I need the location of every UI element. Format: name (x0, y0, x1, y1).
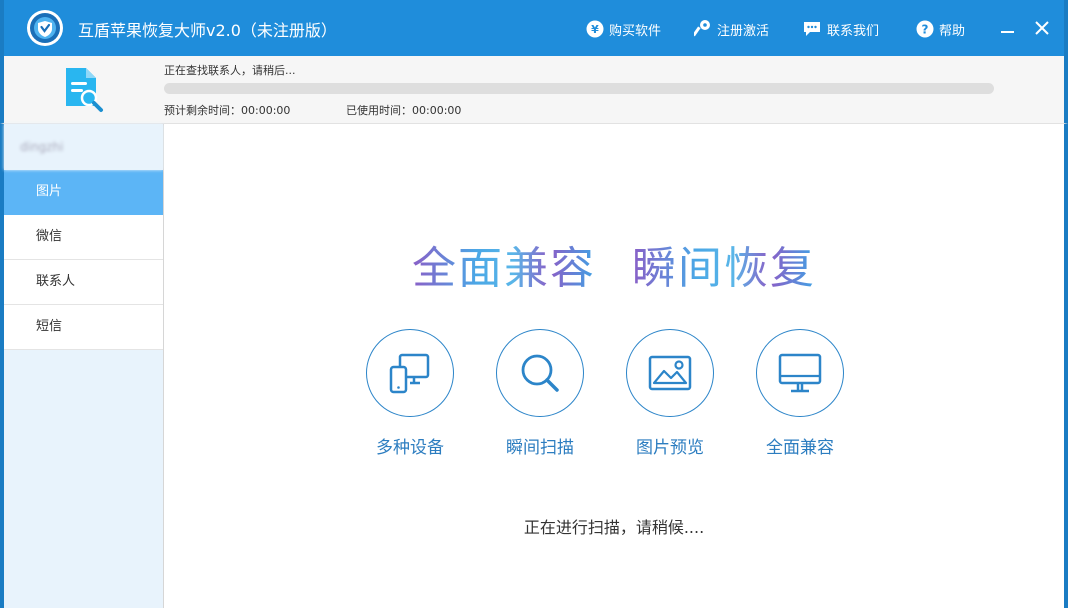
feature-label: 全面兼容 (766, 438, 834, 458)
chat-bubble-icon (804, 22, 820, 36)
scan-status-text: 正在查找联系人，请稍后... (164, 64, 296, 77)
sidebar-item-label: 图片 (36, 184, 63, 199)
slogan-right: 瞬间恢复 (632, 243, 816, 294)
feature-multi-device: 多种设备 (355, 329, 465, 458)
slogan: 全面兼容 瞬间恢复 (164, 232, 1064, 296)
progress-panel: 正在查找联系人，请稍后... 预计剩余时间：00:00:00 已使用时间：00:… (0, 56, 1068, 124)
sidebar-item-photos[interactable]: 图片 (4, 170, 163, 215)
feature-icon-circle (496, 329, 584, 417)
sidebar-item-wechat[interactable]: 微信 (4, 215, 163, 260)
main-panel: 全面兼容 瞬间恢复 多种设备 瞬间扫描 图片预览 全面兼容 正在进行扫描，请稍候… (164, 124, 1068, 608)
yen-icon: ¥ (586, 20, 604, 38)
device-name: dingzhi (4, 124, 163, 170)
document-search-icon (62, 66, 106, 114)
title-bar: 互盾苹果恢复大师v2.0（未注册版） ¥ 购买软件 注册激活 联系我们 ? 帮助 (0, 0, 1068, 56)
app-title: 互盾苹果恢复大师v2.0（未注册版） (78, 21, 337, 40)
sidebar: dingzhi 图片 微信 联系人 短信 (0, 124, 164, 608)
feature-full-compatibility: 全面兼容 (745, 329, 855, 458)
scan-in-progress-text: 正在进行扫描，请稍候.... (523, 518, 705, 537)
close-button[interactable] (1032, 18, 1052, 38)
sidebar-item-sms[interactable]: 短信 (4, 305, 163, 350)
feature-label: 多种设备 (376, 438, 444, 458)
slogan-left: 全面兼容 (412, 243, 596, 294)
remaining-time: 预计剩余时间：00:00:00 (164, 104, 291, 117)
app-logo-icon (26, 9, 64, 47)
svg-text:¥: ¥ (591, 23, 599, 36)
buy-software-label: 购买软件 (609, 23, 662, 39)
feature-icon-circle (626, 329, 714, 417)
key-icon (694, 20, 710, 37)
sidebar-item-label: 联系人 (36, 274, 76, 289)
minimize-button[interactable] (998, 18, 1018, 38)
sidebar-item-contacts[interactable]: 联系人 (4, 260, 163, 305)
help-button[interactable]: ? 帮助 (916, 18, 965, 40)
sidebar-item-label: 微信 (36, 229, 63, 244)
svg-text:?: ? (922, 23, 929, 37)
contact-us-label: 联系我们 (827, 23, 880, 39)
devices-icon (389, 353, 430, 394)
register-activate-label: 注册激活 (717, 23, 770, 39)
picture-icon (648, 355, 692, 391)
progress-bar (164, 83, 994, 94)
feature-icon-circle (756, 329, 844, 417)
close-icon (1035, 21, 1049, 35)
feature-label: 瞬间扫描 (506, 438, 574, 458)
minimize-icon (1001, 31, 1014, 33)
contact-us-button[interactable]: 联系我们 (802, 18, 879, 40)
feature-label: 图片预览 (636, 438, 704, 458)
feature-icon-circle (366, 329, 454, 417)
help-label: 帮助 (939, 23, 966, 39)
sidebar-item-label: 短信 (36, 319, 63, 334)
monitor-icon (778, 353, 822, 393)
question-icon: ? (916, 20, 934, 38)
magnifier-icon (521, 354, 559, 392)
elapsed-time: 已使用时间：00:00:00 (346, 104, 462, 117)
register-activate-button[interactable]: 注册激活 (694, 18, 769, 40)
buy-software-button[interactable]: ¥ 购买软件 (586, 18, 661, 40)
feature-photo-preview: 图片预览 (615, 329, 725, 458)
feature-instant-scan: 瞬间扫描 (485, 329, 595, 458)
